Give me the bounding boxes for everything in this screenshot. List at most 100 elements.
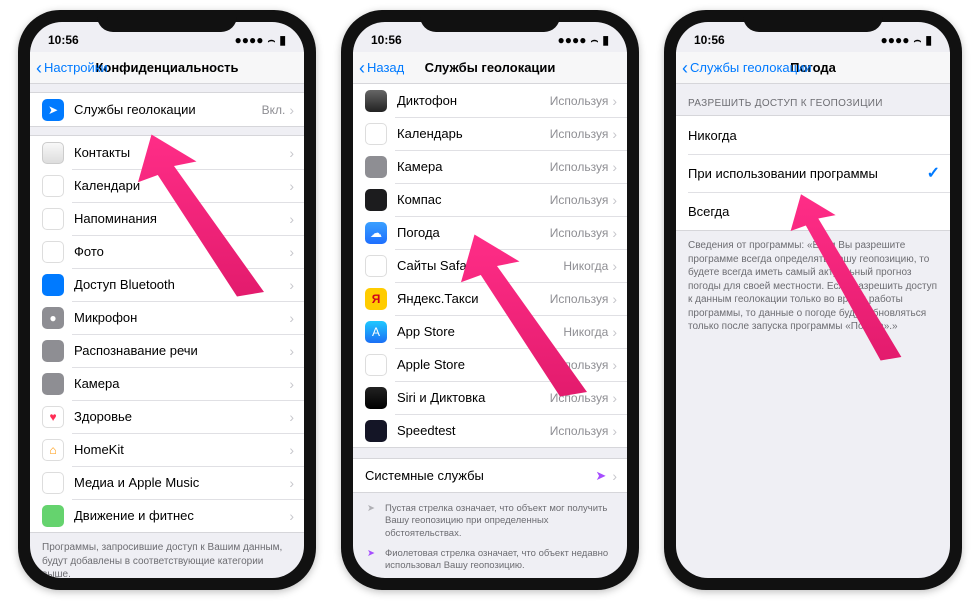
row-speech[interactable]: Распознавание речи› <box>30 334 304 367</box>
option-while-using[interactable]: При использовании программы✓ <box>676 154 950 192</box>
row-media[interactable]: ♫ Медиа и Apple Music› <box>30 466 304 499</box>
row-label: Системные службы <box>365 468 595 483</box>
app-icon: ♥ <box>42 406 64 428</box>
chevron-right-icon: › <box>289 178 294 194</box>
notch <box>97 10 237 32</box>
legend-row: ➤Серая стрелка означает, что объект испо… <box>353 577 627 578</box>
row-calendar-app[interactable]: КалендарьИспользуя› <box>353 117 627 150</box>
app-icon: ➤ <box>42 99 64 121</box>
row-label: Яндекс.Такси <box>397 291 550 306</box>
row-label: Камера <box>74 376 289 391</box>
back-button[interactable]: ‹ Настройки <box>36 59 108 77</box>
footer-note: Программы, запросившие доступ к Вашим да… <box>30 533 304 578</box>
notch <box>420 10 560 32</box>
row-camera[interactable]: Камера› <box>30 367 304 400</box>
location-arrow-icon: ➤ <box>595 468 606 484</box>
row-label: Сайты Safari <box>397 258 563 273</box>
checkmark-icon: ✓ <box>927 163 940 183</box>
chevron-right-icon: › <box>612 159 617 175</box>
status-indicators: ●●●● ⌢ ▮ <box>557 33 609 48</box>
screen-weather: 10:56 ●●●● ⌢ ▮ ‹ Службы геолокации Погод… <box>676 22 950 578</box>
chevron-right-icon: › <box>289 475 294 491</box>
app-icon: ⌂ <box>42 439 64 461</box>
legend-row: ➤Пустая стрелка означает, что объект мог… <box>353 499 627 544</box>
app-icon <box>42 142 64 164</box>
chevron-right-icon: › <box>289 442 294 458</box>
row-system-services[interactable]: Системные службы ➤ › <box>353 459 627 492</box>
app-icon <box>42 340 64 362</box>
row-location-services[interactable]: ➤ Службы геолокацииВкл.› <box>30 93 304 126</box>
legend-text: Пустая стрелка означает, что объект мог … <box>385 503 615 540</box>
chevron-right-icon: › <box>289 102 294 118</box>
row-label: Контакты <box>74 145 289 160</box>
chevron-right-icon: › <box>289 277 294 293</box>
app-icon <box>365 156 387 178</box>
row-label: App Store <box>397 324 563 339</box>
row-safari[interactable]: Сайты SafariНикогда› <box>353 249 627 282</box>
row-compass[interactable]: КомпасИспользуя› <box>353 183 627 216</box>
chevron-right-icon: › <box>289 145 294 161</box>
chevron-right-icon: › <box>612 357 617 373</box>
row-label: Календари <box>74 178 289 193</box>
chevron-right-icon: › <box>289 244 294 260</box>
row-yandex-taxi[interactable]: ЯЯндекс.ТаксиИспользуя› <box>353 282 627 315</box>
chevron-left-icon: ‹ <box>682 59 688 77</box>
location-arrow-icon: ➤ <box>365 548 377 573</box>
phone-mockup-privacy: 10:56 ●●●● ⌢ ▮ ‹ Настройки Конфиденциаль… <box>18 10 316 590</box>
row-health[interactable]: ♥Здоровье› <box>30 400 304 433</box>
footer-note: Сведения от программы: «Если Вы разрешит… <box>676 231 950 342</box>
app-icon <box>42 175 64 197</box>
row-motion[interactable]: Движение и фитнес› <box>30 499 304 532</box>
option-never[interactable]: Никогда <box>676 116 950 154</box>
row-detail: Вкл. <box>262 103 286 117</box>
option-always[interactable]: Всегда <box>676 192 950 230</box>
chevron-right-icon: › <box>612 225 617 241</box>
option-label: При использовании программы <box>688 166 927 181</box>
content: РАЗРЕШИТЬ ДОСТУП К ГЕОПОЗИЦИИ НикогдаПри… <box>676 84 950 578</box>
status-time: 10:56 <box>371 33 402 47</box>
content: ДиктофонИспользуя›КалендарьИспользуя›Кам… <box>353 84 627 578</box>
chevron-right-icon: › <box>612 126 617 142</box>
row-label: Компас <box>397 192 550 207</box>
wifi-icon: ⌢ <box>913 33 921 48</box>
chevron-right-icon: › <box>289 211 294 227</box>
status-indicators: ●●●● ⌢ ▮ <box>880 33 932 48</box>
back-button[interactable]: ‹ Службы геолокации <box>682 59 812 77</box>
row-calendars[interactable]: Календари› <box>30 169 304 202</box>
row-label: Медиа и Apple Music <box>74 475 289 490</box>
row-label: Siri и Диктовка <box>397 390 550 405</box>
status-indicators: ●●●● ⌢ ▮ <box>234 33 286 48</box>
app-icon <box>42 373 64 395</box>
row-reminders[interactable]: Напоминания› <box>30 202 304 235</box>
app-icon <box>365 123 387 145</box>
row-photos[interactable]: ✿Фото› <box>30 235 304 268</box>
back-label: Назад <box>367 60 404 75</box>
back-label: Службы геолокации <box>690 60 812 75</box>
screen-privacy: 10:56 ●●●● ⌢ ▮ ‹ Настройки Конфиденциаль… <box>30 22 304 578</box>
row-homekit[interactable]: ⌂HomeKit› <box>30 433 304 466</box>
row-label: Apple Store <box>397 357 550 372</box>
row-apple-store[interactable]: Apple StoreИспользуя› <box>353 348 627 381</box>
row-contacts[interactable]: Контакты› <box>30 136 304 169</box>
row-siri[interactable]: Siri и ДиктовкаИспользуя› <box>353 381 627 414</box>
app-icon: ♫ <box>42 472 64 494</box>
row-weather[interactable]: ☁ПогодаИспользуя› <box>353 216 627 249</box>
screen-location: 10:56 ●●●● ⌢ ▮ ‹ Назад Службы геолокации… <box>353 22 627 578</box>
app-icon <box>365 387 387 409</box>
row-camera-app[interactable]: КамераИспользуя› <box>353 150 627 183</box>
row-label: Службы геолокации <box>74 102 262 117</box>
app-icon <box>42 505 64 527</box>
row-label: Фото <box>74 244 289 259</box>
app-icon: ☁ <box>365 222 387 244</box>
row-detail: Используя <box>550 160 609 174</box>
row-app-store[interactable]: AApp StoreНикогда› <box>353 315 627 348</box>
row-microphone[interactable]: ●Микрофон› <box>30 301 304 334</box>
row-voice-memos[interactable]: ДиктофонИспользуя› <box>353 84 627 117</box>
row-bluetooth[interactable]: Доступ Bluetooth› <box>30 268 304 301</box>
legend-row: ➤Фиолетовая стрелка означает, что объект… <box>353 544 627 577</box>
row-speedtest[interactable]: SpeedtestИспользуя› <box>353 414 627 447</box>
row-detail: Используя <box>550 127 609 141</box>
app-icon <box>365 255 387 277</box>
row-detail: Используя <box>550 193 609 207</box>
back-button[interactable]: ‹ Назад <box>359 59 404 77</box>
